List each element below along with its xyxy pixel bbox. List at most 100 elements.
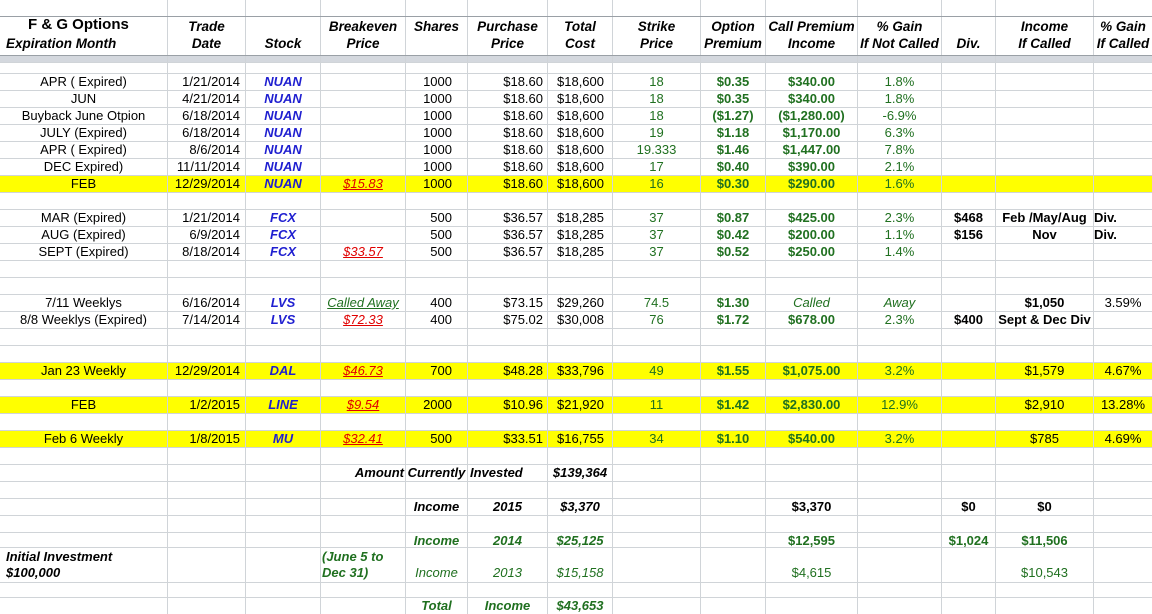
cell-trade-date[interactable]: 6/18/2014 <box>168 124 240 141</box>
summary-cp-2015[interactable]: $3,370 <box>766 498 857 515</box>
cell-stock[interactable]: FCX <box>246 226 320 243</box>
cell-month[interactable]: DEC Expired) <box>0 158 167 175</box>
cell-income-called[interactable]: $1,050 <box>996 294 1093 311</box>
cell-trade-date[interactable]: 6/18/2014 <box>168 107 240 124</box>
cell-call-income[interactable]: $340.00 <box>766 90 857 107</box>
cell-total-cost[interactable]: $30,008 <box>548 311 604 328</box>
cell-shares[interactable]: 500 <box>406 430 452 447</box>
cell-shares[interactable]: 1000 <box>406 158 452 175</box>
cell-purchase-price[interactable]: $18.60 <box>468 124 543 141</box>
cell-purchase-price[interactable]: $18.60 <box>468 107 543 124</box>
cell-shares[interactable]: 400 <box>406 311 452 328</box>
cell-option-premium[interactable]: $1.30 <box>701 294 765 311</box>
cell-trade-date[interactable]: 1/21/2014 <box>168 73 240 90</box>
cell-gain[interactable]: -6.9% <box>858 107 941 124</box>
cell-purchase-price[interactable]: $18.60 <box>468 90 543 107</box>
cell-stock[interactable]: NUAN <box>246 158 320 175</box>
cell-call-income[interactable]: $290.00 <box>766 175 857 192</box>
cell-breakeven[interactable]: $32.41 <box>321 430 405 447</box>
cell-call-income[interactable]: $390.00 <box>766 158 857 175</box>
cell-shares[interactable]: 1000 <box>406 141 452 158</box>
cell-shares[interactable]: 500 <box>406 243 452 260</box>
cell-income-called[interactable]: $785 <box>996 430 1093 447</box>
cell-strike[interactable]: 34 <box>613 430 700 447</box>
cell-month[interactable]: Feb 6 Weekly <box>0 430 167 447</box>
summary-div-2015[interactable]: $0 <box>942 498 995 515</box>
cell-call-income[interactable]: $678.00 <box>766 311 857 328</box>
cell-shares[interactable]: 500 <box>406 209 452 226</box>
cell-call-income[interactable]: Called <box>766 294 857 311</box>
summary-ic-2013[interactable]: $10,543 <box>996 564 1093 581</box>
cell-purchase-price[interactable]: $18.60 <box>468 141 543 158</box>
cell-shares[interactable]: 1000 <box>406 90 452 107</box>
cell-gain[interactable]: 6.3% <box>858 124 941 141</box>
cell-strike[interactable]: 11 <box>613 396 700 413</box>
summary-value-2014[interactable]: $25,125 <box>548 532 612 549</box>
cell-option-premium[interactable]: $1.72 <box>701 311 765 328</box>
cell-div[interactable]: $468 <box>942 209 995 226</box>
cell-purchase-price[interactable]: $36.57 <box>468 226 543 243</box>
cell-div[interactable]: $400 <box>942 311 995 328</box>
cell-total-cost[interactable]: $18,600 <box>548 175 604 192</box>
summary-value-2015[interactable]: $3,370 <box>548 498 612 515</box>
cell-purchase-price[interactable]: $73.15 <box>468 294 543 311</box>
cell-month[interactable]: APR ( Expired) <box>0 73 167 90</box>
cell-strike[interactable]: 18 <box>613 107 700 124</box>
cell-breakeven[interactable]: $33.57 <box>321 243 405 260</box>
cell-strike[interactable]: 18 <box>613 90 700 107</box>
cell-total-cost[interactable]: $18,600 <box>548 73 604 90</box>
cell-shares[interactable]: 700 <box>406 362 452 379</box>
cell-purchase-price[interactable]: $18.60 <box>468 158 543 175</box>
cell-income-called[interactable]: $2,910 <box>996 396 1093 413</box>
cell-stock[interactable]: DAL <box>246 362 320 379</box>
cell-gain-called[interactable]: 4.67% <box>1094 362 1152 379</box>
cell-shares[interactable]: 1000 <box>406 107 452 124</box>
cell-call-income[interactable]: $2,830.00 <box>766 396 857 413</box>
cell-total-cost[interactable]: $18,285 <box>548 243 604 260</box>
cell-total-cost[interactable]: $18,285 <box>548 209 604 226</box>
summary-ic-2014[interactable]: $11,506 <box>996 532 1093 549</box>
cell-month[interactable]: JUN <box>0 90 167 107</box>
cell-month[interactable]: 8/8 Weeklys (Expired) <box>0 311 167 328</box>
cell-gain-called[interactable]: 4.69% <box>1094 430 1152 447</box>
cell-trade-date[interactable]: 8/18/2014 <box>168 243 240 260</box>
cell-strike[interactable]: 16 <box>613 175 700 192</box>
summary-ic-2015[interactable]: $0 <box>996 498 1093 515</box>
cell-purchase-price[interactable]: $36.57 <box>468 243 543 260</box>
cell-stock[interactable]: NUAN <box>246 107 320 124</box>
cell-option-premium[interactable]: ($1.27) <box>701 107 765 124</box>
cell-stock[interactable]: LVS <box>246 311 320 328</box>
cell-trade-date[interactable]: 7/14/2014 <box>168 311 240 328</box>
cell-purchase-price[interactable]: $36.57 <box>468 209 543 226</box>
cell-trade-date[interactable]: 12/29/2014 <box>168 362 240 379</box>
cell-shares[interactable]: 1000 <box>406 73 452 90</box>
cell-purchase-price[interactable]: $10.96 <box>468 396 543 413</box>
cell-breakeven[interactable]: $9.54 <box>321 396 405 413</box>
cell-income-called[interactable]: $1,579 <box>996 362 1093 379</box>
cell-stock[interactable]: NUAN <box>246 175 320 192</box>
cell-stock[interactable]: FCX <box>246 243 320 260</box>
cell-gain[interactable]: Away <box>858 294 941 311</box>
cell-gain-called[interactable]: Div. <box>1094 209 1152 226</box>
cell-month[interactable]: FEB <box>0 396 167 413</box>
cell-gain[interactable]: 1.4% <box>858 243 941 260</box>
cell-option-premium[interactable]: $1.10 <box>701 430 765 447</box>
cell-total-cost[interactable]: $33,796 <box>548 362 604 379</box>
cell-trade-date[interactable]: 1/21/2014 <box>168 209 240 226</box>
cell-gain[interactable]: 2.3% <box>858 311 941 328</box>
cell-option-premium[interactable]: $0.40 <box>701 158 765 175</box>
cell-trade-date[interactable]: 1/2/2015 <box>168 396 240 413</box>
cell-gain[interactable]: 1.6% <box>858 175 941 192</box>
summary-cp-2013[interactable]: $4,615 <box>766 564 857 581</box>
cell-strike[interactable]: 17 <box>613 158 700 175</box>
cell-trade-date[interactable]: 1/8/2015 <box>168 430 240 447</box>
cell-stock[interactable]: LVS <box>246 294 320 311</box>
cell-month[interactable]: Jan 23 Weekly <box>0 362 167 379</box>
summary-cp-2014[interactable]: $12,595 <box>766 532 857 549</box>
cell-strike[interactable]: 19.333 <box>613 141 700 158</box>
cell-div[interactable]: $156 <box>942 226 995 243</box>
cell-call-income[interactable]: $250.00 <box>766 243 857 260</box>
cell-stock[interactable]: MU <box>246 430 320 447</box>
cell-gain[interactable]: 12.9% <box>858 396 941 413</box>
cell-purchase-price[interactable]: $18.60 <box>468 73 543 90</box>
